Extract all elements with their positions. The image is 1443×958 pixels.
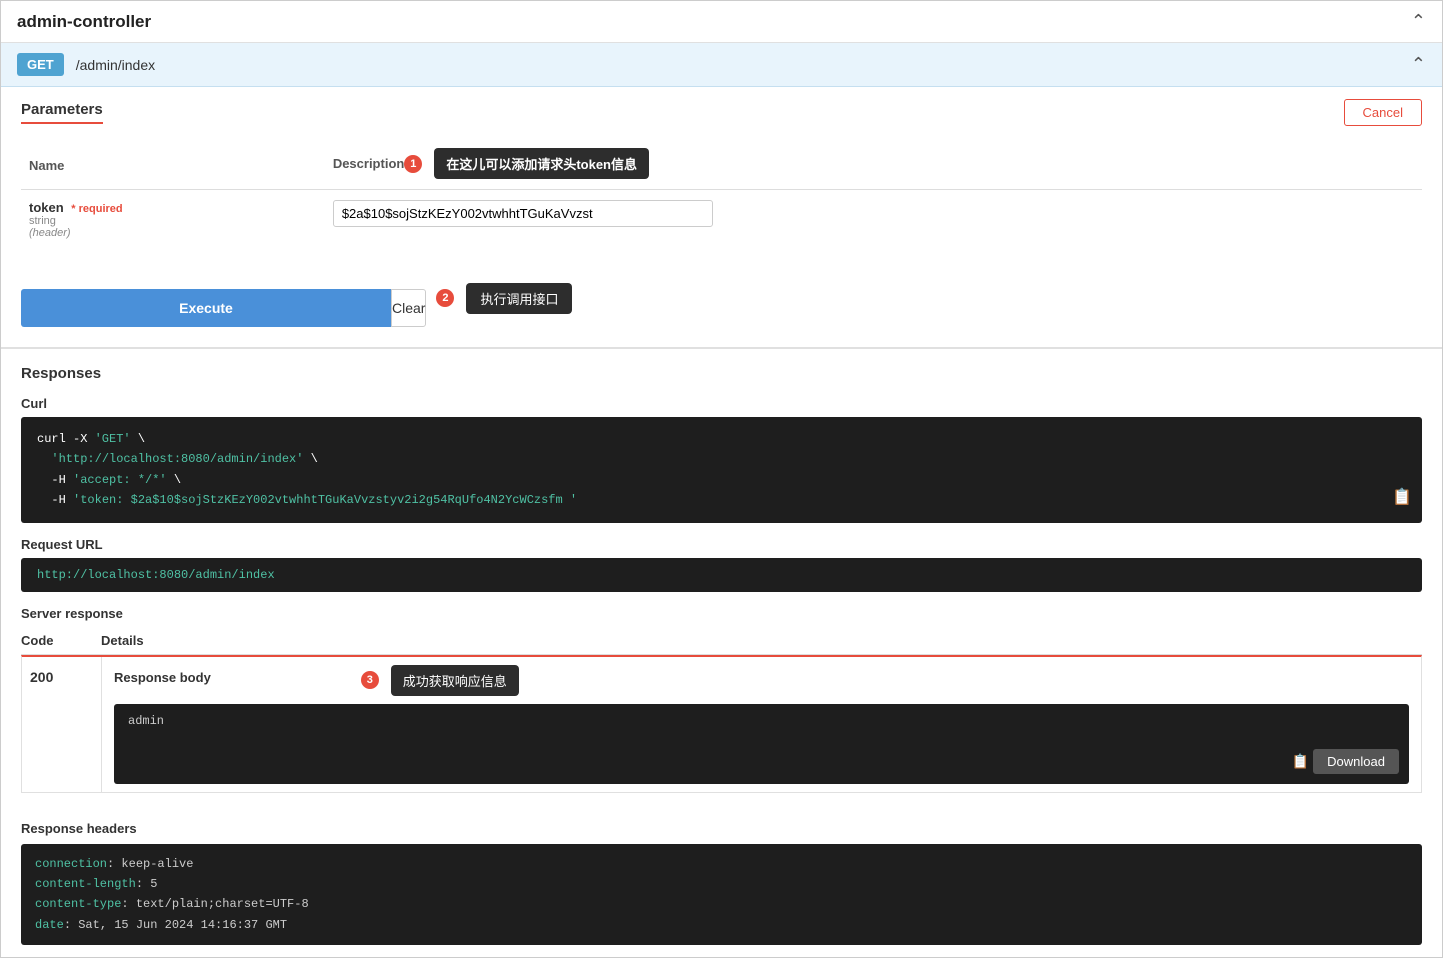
param-input-cell [325, 190, 1422, 250]
response-copy-icon[interactable]: 📋 [1292, 754, 1309, 771]
app-window: admin-controller ⌃ GET /admin/index ⌃ Pa… [0, 0, 1443, 958]
param-name: token [29, 200, 64, 215]
parameters-header: Parameters Cancel [21, 87, 1422, 126]
tooltip-bubble-1: 在这儿可以添加请求头token信息 [434, 148, 649, 179]
response-headers-section: Response headers connection: keep-alive … [1, 809, 1442, 958]
collapse-icon[interactable]: ⌃ [1411, 11, 1426, 32]
cancel-button[interactable]: Cancel [1344, 99, 1422, 126]
header-line-4: date: Sat, 15 Jun 2024 14:16:37 GMT [35, 915, 1408, 935]
url-block: http://localhost:8080/admin/index [21, 558, 1422, 592]
action-buttons-area: Execute Clear 2 执行调用接口 [21, 269, 1422, 327]
curl-label: Curl [21, 396, 1422, 411]
response-code-header: Code [21, 633, 101, 648]
tooltip-badge-2: 2 [436, 289, 454, 307]
response-row: 200 Response body 3 成功获取响应信息 admin 📋 Dow… [21, 655, 1422, 793]
token-input[interactable] [333, 200, 713, 227]
col-description-text: Description [333, 156, 405, 171]
clear-button[interactable]: Clear [391, 289, 426, 327]
response-annotation-row: Response body 3 成功获取响应信息 [114, 665, 1409, 696]
tooltip-badge-1: 1 [404, 155, 422, 173]
curl-line-3: -H 'accept: */*' \ [37, 470, 1406, 490]
method-badge: GET [17, 53, 64, 76]
param-name-cell: token * required string (header) [21, 190, 325, 250]
header-line-1: connection: keep-alive [35, 854, 1408, 874]
col-name-header: Name [21, 142, 325, 190]
curl-block: curl -X 'GET' \ 'http://localhost:8080/a… [21, 417, 1422, 523]
request-url-label: Request URL [21, 537, 1422, 552]
parameters-section: Parameters Cancel Name Description 1 在这儿… [1, 87, 1442, 347]
page-title: admin-controller [17, 12, 151, 32]
params-table: Name Description 1 在这儿可以添加请求头token信息 tok… [21, 142, 1422, 249]
param-required: * required [71, 203, 122, 215]
response-code-value: 200 [30, 669, 53, 685]
api-path: /admin/index [76, 57, 1411, 73]
header-value-1: : keep-alive [107, 857, 193, 871]
curl-line-4: -H 'token: $2a$10$sojStzKEzY002vtwhhtTGu… [37, 490, 1406, 510]
tooltip-row-1: Description 1 在这儿可以添加请求头token信息 [333, 148, 1414, 179]
curl-copy-icon[interactable]: 📋 [1392, 485, 1412, 512]
tooltip-badge-3: 3 [361, 671, 379, 689]
curl-line-1: curl -X 'GET' \ [37, 429, 1406, 449]
col-description-header: Description 1 在这儿可以添加请求头token信息 [325, 142, 1422, 190]
tooltip-bubble-2: 执行调用接口 [466, 283, 572, 314]
header-line-2: content-length: 5 [35, 874, 1408, 894]
download-button[interactable]: Download [1313, 749, 1399, 774]
execute-tooltip-row: Execute Clear 2 执行调用接口 [21, 269, 1422, 327]
response-details-cell: Response body 3 成功获取响应信息 admin 📋 Downloa… [102, 657, 1421, 792]
response-table-header: Code Details [21, 629, 1422, 655]
response-headers-block: connection: keep-alive content-length: 5… [21, 844, 1422, 946]
param-type: string [29, 215, 317, 227]
header-value-2: : 5 [136, 877, 158, 891]
responses-section: Responses Curl curl -X 'GET' \ 'http://l… [1, 348, 1442, 809]
curl-line-2: 'http://localhost:8080/admin/index' \ [37, 449, 1406, 469]
title-bar: admin-controller ⌃ [1, 1, 1442, 43]
response-body-code: admin 📋 Download [114, 704, 1409, 784]
response-body-content: admin [128, 714, 164, 728]
action-buttons: Execute Clear [21, 289, 426, 327]
param-location: (header) [29, 227, 317, 239]
execute-button[interactable]: Execute [21, 289, 391, 327]
response-headers-label: Response headers [21, 821, 1422, 836]
server-response-label: Server response [21, 606, 1422, 621]
header-value-4: : Sat, 15 Jun 2024 14:16:37 GMT [64, 918, 287, 932]
table-row: token * required string (header) [21, 190, 1422, 250]
header-line-3: content-type: text/plain;charset=UTF-8 [35, 894, 1408, 914]
parameters-title: Parameters [21, 101, 103, 124]
response-body-label: Response body [114, 670, 211, 685]
get-bar-chevron-icon[interactable]: ⌃ [1411, 54, 1426, 75]
tooltip-bubble-3: 成功获取响应信息 [391, 665, 519, 696]
header-value-3: : text/plain;charset=UTF-8 [121, 897, 308, 911]
responses-title: Responses [21, 365, 1422, 382]
response-details-header: Details [101, 633, 144, 648]
response-code-cell: 200 [22, 657, 102, 792]
get-bar: GET /admin/index ⌃ [1, 43, 1442, 87]
